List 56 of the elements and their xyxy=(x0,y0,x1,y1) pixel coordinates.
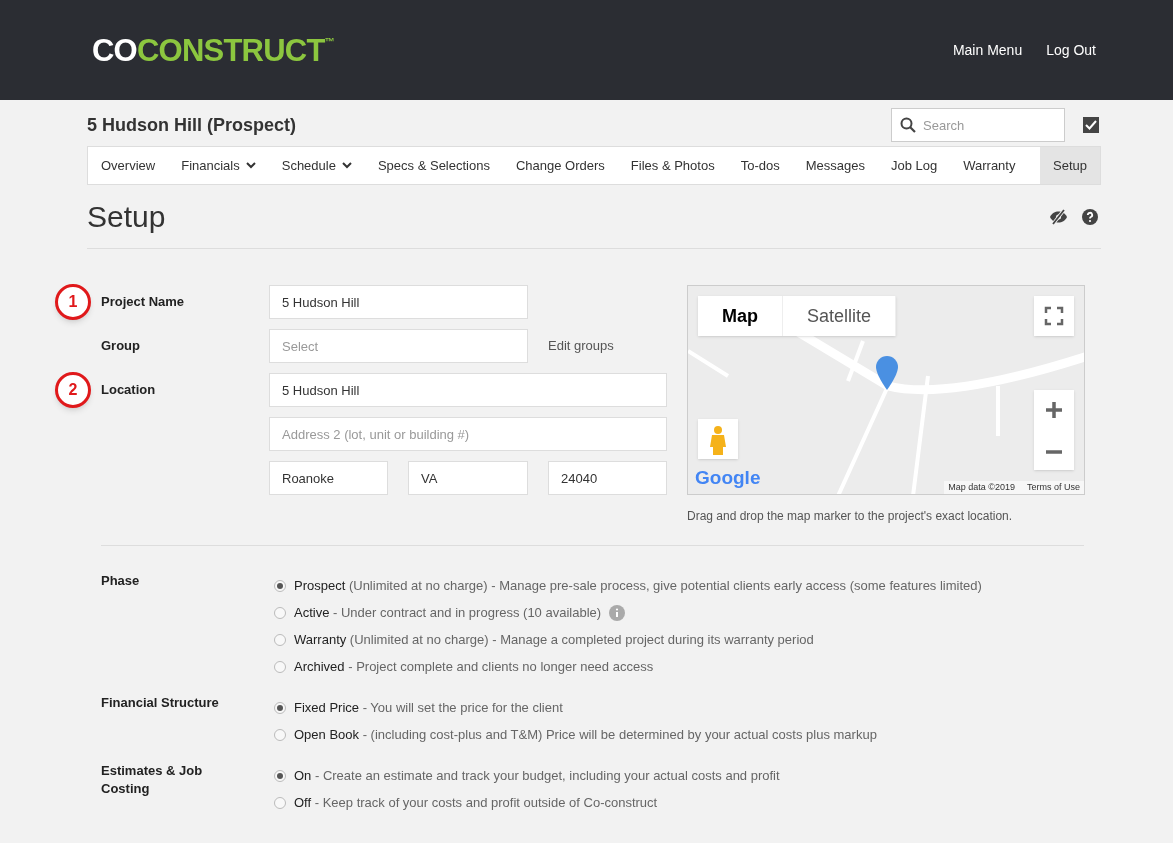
map-attribution: Map data ©2019 xyxy=(948,480,1015,494)
edit-groups-link[interactable]: Edit groups xyxy=(548,336,614,356)
field-label: Project Name xyxy=(101,293,185,312)
setting-label: Estimates & Job Costing xyxy=(101,762,204,798)
nav-tab[interactable]: Setup xyxy=(1040,147,1100,184)
project-title: 5 Hudson Hill (Prospect) xyxy=(87,113,297,137)
radio-button[interactable] xyxy=(274,701,286,714)
option-label: Off - Keep track of your costs and profit outside of Co-construct xyxy=(294,793,658,812)
radio-button[interactable] xyxy=(274,606,286,619)
zip-field[interactable]: 24040 xyxy=(548,461,667,495)
address-field[interactable]: 5 Hudson Hill xyxy=(269,373,667,407)
coconstruct-logo[interactable]: COCONSTRUCT™ xyxy=(92,34,334,66)
header-link[interactable]: Main Menu xyxy=(952,39,1023,61)
radio-button[interactable] xyxy=(274,728,286,741)
info-icon[interactable] xyxy=(609,604,626,621)
map-marker-icon[interactable] xyxy=(876,356,898,390)
search-icon xyxy=(900,117,916,133)
hidden-eye-icon[interactable] xyxy=(1049,208,1068,225)
checkbox[interactable] xyxy=(1083,117,1099,133)
option-label: Prospect (Unlimited at no charge) - Manage pre-sale process, give potential clients early access (some features limited) xyxy=(294,576,982,595)
map-view[interactable]: Map Satellite Google Map data ©2019 Terms of Use xyxy=(687,285,1085,495)
field-label: Location xyxy=(101,381,156,400)
option-label: Open Book - (including cost-plus and T&M) Price will be determined by your actual costs plus markup xyxy=(294,725,877,744)
radio-button[interactable] xyxy=(274,769,286,782)
chevron-down-icon xyxy=(245,162,256,169)
radio-button[interactable] xyxy=(274,796,286,809)
terms-link[interactable]: Terms of Use xyxy=(1027,480,1080,494)
radio-button[interactable] xyxy=(274,633,286,646)
setting-label: Financial Structure xyxy=(101,694,220,712)
city-field[interactable]: Roanoke xyxy=(269,461,388,495)
radio-button[interactable] xyxy=(274,660,286,673)
step-number-badge: 2 xyxy=(55,372,91,408)
map-hint: Drag and drop the map marker to the project's exact location. xyxy=(687,508,1014,525)
radio-button[interactable] xyxy=(274,579,286,592)
option-label: Warranty (Unlimited at no charge) - Manage a completed project during its warranty period xyxy=(294,630,814,649)
option-label: Active - Under contract and in progress (10 available) xyxy=(294,603,602,622)
option-label: Fixed Price - You will set the price for the client xyxy=(294,698,563,717)
pegman-icon[interactable] xyxy=(698,419,738,459)
chevron-down-icon xyxy=(341,162,352,169)
page-title: Setup xyxy=(87,199,166,235)
option-label: Archived - Project complete and clients no longer need access xyxy=(294,657,654,676)
field-label: Group xyxy=(101,337,141,356)
step-number-badge: 1 xyxy=(55,284,91,320)
setting-label: Phase xyxy=(101,572,141,590)
map-type-tab[interactable]: Map xyxy=(698,296,783,336)
project-name-field[interactable]: 5 Hudson Hill xyxy=(269,285,528,319)
map-type-tab[interactable]: Satellite xyxy=(783,296,897,336)
state-field[interactable]: VA xyxy=(408,461,528,495)
header-link[interactable]: Log Out xyxy=(1046,39,1096,61)
address-2-field[interactable]: Address 2 (lot, unit or building #) xyxy=(269,417,667,451)
option-label: On - Create an estimate and track your budget, including your actual costs and profit xyxy=(294,766,780,785)
group-select[interactable]: Select xyxy=(269,329,528,363)
fullscreen-icon[interactable] xyxy=(1034,296,1074,336)
search-field[interactable]: Search xyxy=(891,108,1065,142)
map-logo: Google xyxy=(695,465,761,490)
help-icon[interactable] xyxy=(1082,208,1098,225)
